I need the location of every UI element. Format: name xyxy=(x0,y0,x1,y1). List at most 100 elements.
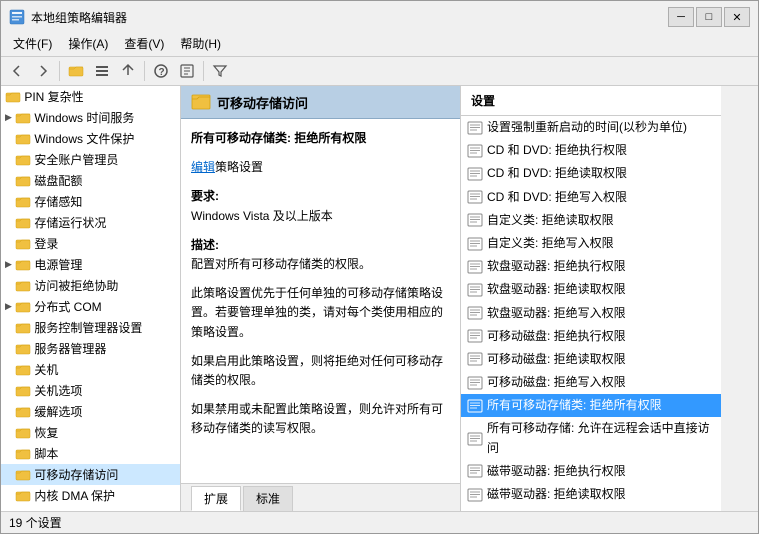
policy-item-icon xyxy=(467,143,483,159)
sidebar-item-server-manager[interactable]: 服务器管理器 xyxy=(1,338,180,359)
status-bar: 19 个设置 xyxy=(1,511,758,533)
forward-button[interactable] xyxy=(31,59,55,83)
list-item[interactable]: 可移动磁盘: 拒绝执行权限 xyxy=(461,325,721,348)
menu-view[interactable]: 查看(V) xyxy=(116,33,172,54)
sidebar-item-mitigation[interactable]: 缓解选项 xyxy=(1,401,180,422)
sidebar-item-scripts-label: 脚本 xyxy=(34,445,58,462)
policy-header-title: 可移动存储访问 xyxy=(217,93,308,112)
sidebar-item-removable-storage[interactable]: 可移动存储访问 xyxy=(1,464,180,485)
list-item[interactable]: 自定义类: 拒绝读取权限 xyxy=(461,209,721,232)
sidebar-item-shutdown-options[interactable]: 关机选项 xyxy=(1,380,180,401)
expand-arrow-power: ▶ xyxy=(5,259,15,270)
sidebar-item-disk-quota[interactable]: 磁盘配额 xyxy=(1,170,180,191)
list-item[interactable]: 磁带驱动器: 拒绝读取权限 xyxy=(461,483,721,506)
sidebar-item-removable-storage-label: 可移动存储访问 xyxy=(34,466,118,483)
help-icon: ? xyxy=(153,63,169,79)
sidebar-item-scripts[interactable]: 脚本 xyxy=(1,443,180,464)
list-item[interactable]: 磁带驱动器: 拒绝执行权限 xyxy=(461,460,721,483)
sidebar-item-security[interactable]: 安全账户管理员 xyxy=(1,149,180,170)
list-item[interactable]: 设置强制重新启动的时间(以秒为单位) xyxy=(461,116,721,139)
list-item[interactable]: 软盘驱动器: 拒绝执行权限 xyxy=(461,255,721,278)
policy-edit-link[interactable]: 编辑 xyxy=(191,160,215,174)
view-button[interactable] xyxy=(90,59,114,83)
list-item[interactable]: CD 和 DVD: 拒绝读取权限 xyxy=(461,162,721,185)
folder-icon-6 xyxy=(15,194,31,210)
title-bar: 本地组策略编辑器 ─ □ ✕ xyxy=(1,1,758,31)
folder-icon-12 xyxy=(15,320,31,336)
list-item[interactable]: 可移动磁盘: 拒绝读取权限 xyxy=(461,348,721,371)
policy-item-icon xyxy=(467,463,483,479)
folder-icon-5 xyxy=(15,173,31,189)
sidebar-item-scm-label: 服务控制管理器设置 xyxy=(34,319,142,336)
policy-para2-section: 如果启用此策略设置，则将拒绝对任何可移动存储类的权限。 xyxy=(191,352,450,390)
sidebar-item-windows-time[interactable]: ▶ Windows 时间服务 xyxy=(1,107,180,128)
content-area: 可移动存储访问 所有可移动存储类: 拒绝所有权限 编辑策略设置 要求: Wind… xyxy=(181,86,758,511)
properties-button[interactable] xyxy=(175,59,199,83)
window-title: 本地组策略编辑器 xyxy=(31,9,127,26)
tab-extended[interactable]: 扩展 xyxy=(191,486,241,511)
svg-text:?: ? xyxy=(159,67,165,78)
policy-description-label: 描述: xyxy=(191,238,219,252)
sidebar-item-access-denied[interactable]: 访问被拒绝协助 xyxy=(1,275,180,296)
sidebar-item-kernel-dma[interactable]: 内核 DMA 保护 xyxy=(1,485,180,506)
list-item[interactable]: 软盘驱动器: 拒绝写入权限 xyxy=(461,302,721,325)
help-button[interactable]: ? xyxy=(149,59,173,83)
filter-button[interactable] xyxy=(208,59,232,83)
window-icon xyxy=(9,9,25,25)
sidebar-item-scm[interactable]: 服务控制管理器设置 xyxy=(1,317,180,338)
menubar: 文件(F) 操作(A) 查看(V) 帮助(H) xyxy=(1,31,758,57)
policy-body: 所有可移动存储类: 拒绝所有权限 编辑策略设置 要求: Windows Vist… xyxy=(181,119,460,483)
policy-list-items: 设置强制重新启动的时间(以秒为单位) CD 和 DVD: 拒绝执行权限 xyxy=(461,116,721,511)
sidebar-item-dcom[interactable]: ▶ 分布式 COM xyxy=(1,296,180,317)
list-item[interactable]: 可移动磁盘: 拒绝写入权限 xyxy=(461,371,721,394)
folder-icon-14 xyxy=(15,362,31,378)
up-button[interactable] xyxy=(116,59,140,83)
tab-standard[interactable]: 标准 xyxy=(243,486,293,511)
policy-requirement-label: 要求: xyxy=(191,189,219,203)
sidebar-item-storage-sense[interactable]: 存储感知 xyxy=(1,191,180,212)
list-item[interactable]: 软盘驱动器: 拒绝读取权限 xyxy=(461,278,721,301)
policy-para1-section: 此策略设置优先于任何单独的可移动存储策略设置。若要管理单独的类，请对每个类使用相… xyxy=(191,284,450,342)
sidebar-item-shutdown[interactable]: 关机 xyxy=(1,359,180,380)
folder-icon-11 xyxy=(15,299,31,315)
policy-edit-suffix: 策略设置 xyxy=(215,160,263,174)
menu-file[interactable]: 文件(F) xyxy=(5,33,60,54)
list-item[interactable]: CD 和 DVD: 拒绝写入权限 xyxy=(461,186,721,209)
minimize-button[interactable]: ─ xyxy=(668,7,694,27)
sidebar-item-windows-file[interactable]: Windows 文件保护 xyxy=(1,128,180,149)
policy-item-icon xyxy=(467,259,483,275)
policy-list-header: 设置 xyxy=(461,86,721,116)
list-item[interactable]: 自定义类: 拒绝写入权限 xyxy=(461,232,721,255)
folder-icon-7 xyxy=(15,215,31,231)
sidebar-item-windows-file-label: Windows 文件保护 xyxy=(34,130,134,147)
list-item[interactable]: CD 和 DVD: 拒绝执行权限 xyxy=(461,139,721,162)
sidebar-item-pin[interactable]: PIN 复杂性 xyxy=(1,86,180,107)
policy-item-icon xyxy=(467,236,483,252)
sidebar-item-disk-quota-label: 磁盘配额 xyxy=(34,172,82,189)
sidebar-item-recovery[interactable]: 恢复 xyxy=(1,422,180,443)
tabs-bar: 扩展 标准 xyxy=(181,483,460,511)
back-button[interactable] xyxy=(5,59,29,83)
policy-para3: 如果禁用或未配置此策略设置，则允许对所有可移动存储类的读写权限。 xyxy=(191,400,450,438)
policy-list-panel: 设置 设置强制重新启动的时间(以秒为单位) xyxy=(461,86,721,511)
menu-action[interactable]: 操作(A) xyxy=(60,33,116,54)
sidebar-item-storage-sense-label: 存储感知 xyxy=(34,193,82,210)
folder-up-button[interactable] xyxy=(64,59,88,83)
folder-icon-19 xyxy=(15,467,31,483)
list-item-selected[interactable]: 所有可移动存储类: 拒绝所有权限 xyxy=(461,394,721,417)
policy-description-text: 配置对所有可移动存储类的权限。 xyxy=(191,255,450,274)
sidebar-item-login[interactable]: 登录 xyxy=(1,233,180,254)
policy-requirement-section: 要求: Windows Vista 及以上版本 xyxy=(191,187,450,225)
maximize-button[interactable]: □ xyxy=(696,7,722,27)
list-item[interactable]: 所有可移动存储: 允许在远程会话中直接访问 xyxy=(461,417,721,459)
folder-icon-15 xyxy=(15,383,31,399)
sidebar-item-storage-status[interactable]: 存储运行状况 xyxy=(1,212,180,233)
sidebar-item-power[interactable]: ▶ 电源管理 xyxy=(1,254,180,275)
policy-item-icon-selected xyxy=(467,398,483,414)
menu-help[interactable]: 帮助(H) xyxy=(172,33,229,54)
folder-icon xyxy=(5,89,21,105)
sidebar-item-pin-label: PIN 复杂性 xyxy=(24,88,83,105)
close-button[interactable]: ✕ xyxy=(724,7,750,27)
toolbar: ? xyxy=(1,57,758,86)
policy-main-title: 所有可移动存储类: 拒绝所有权限 xyxy=(191,129,450,148)
